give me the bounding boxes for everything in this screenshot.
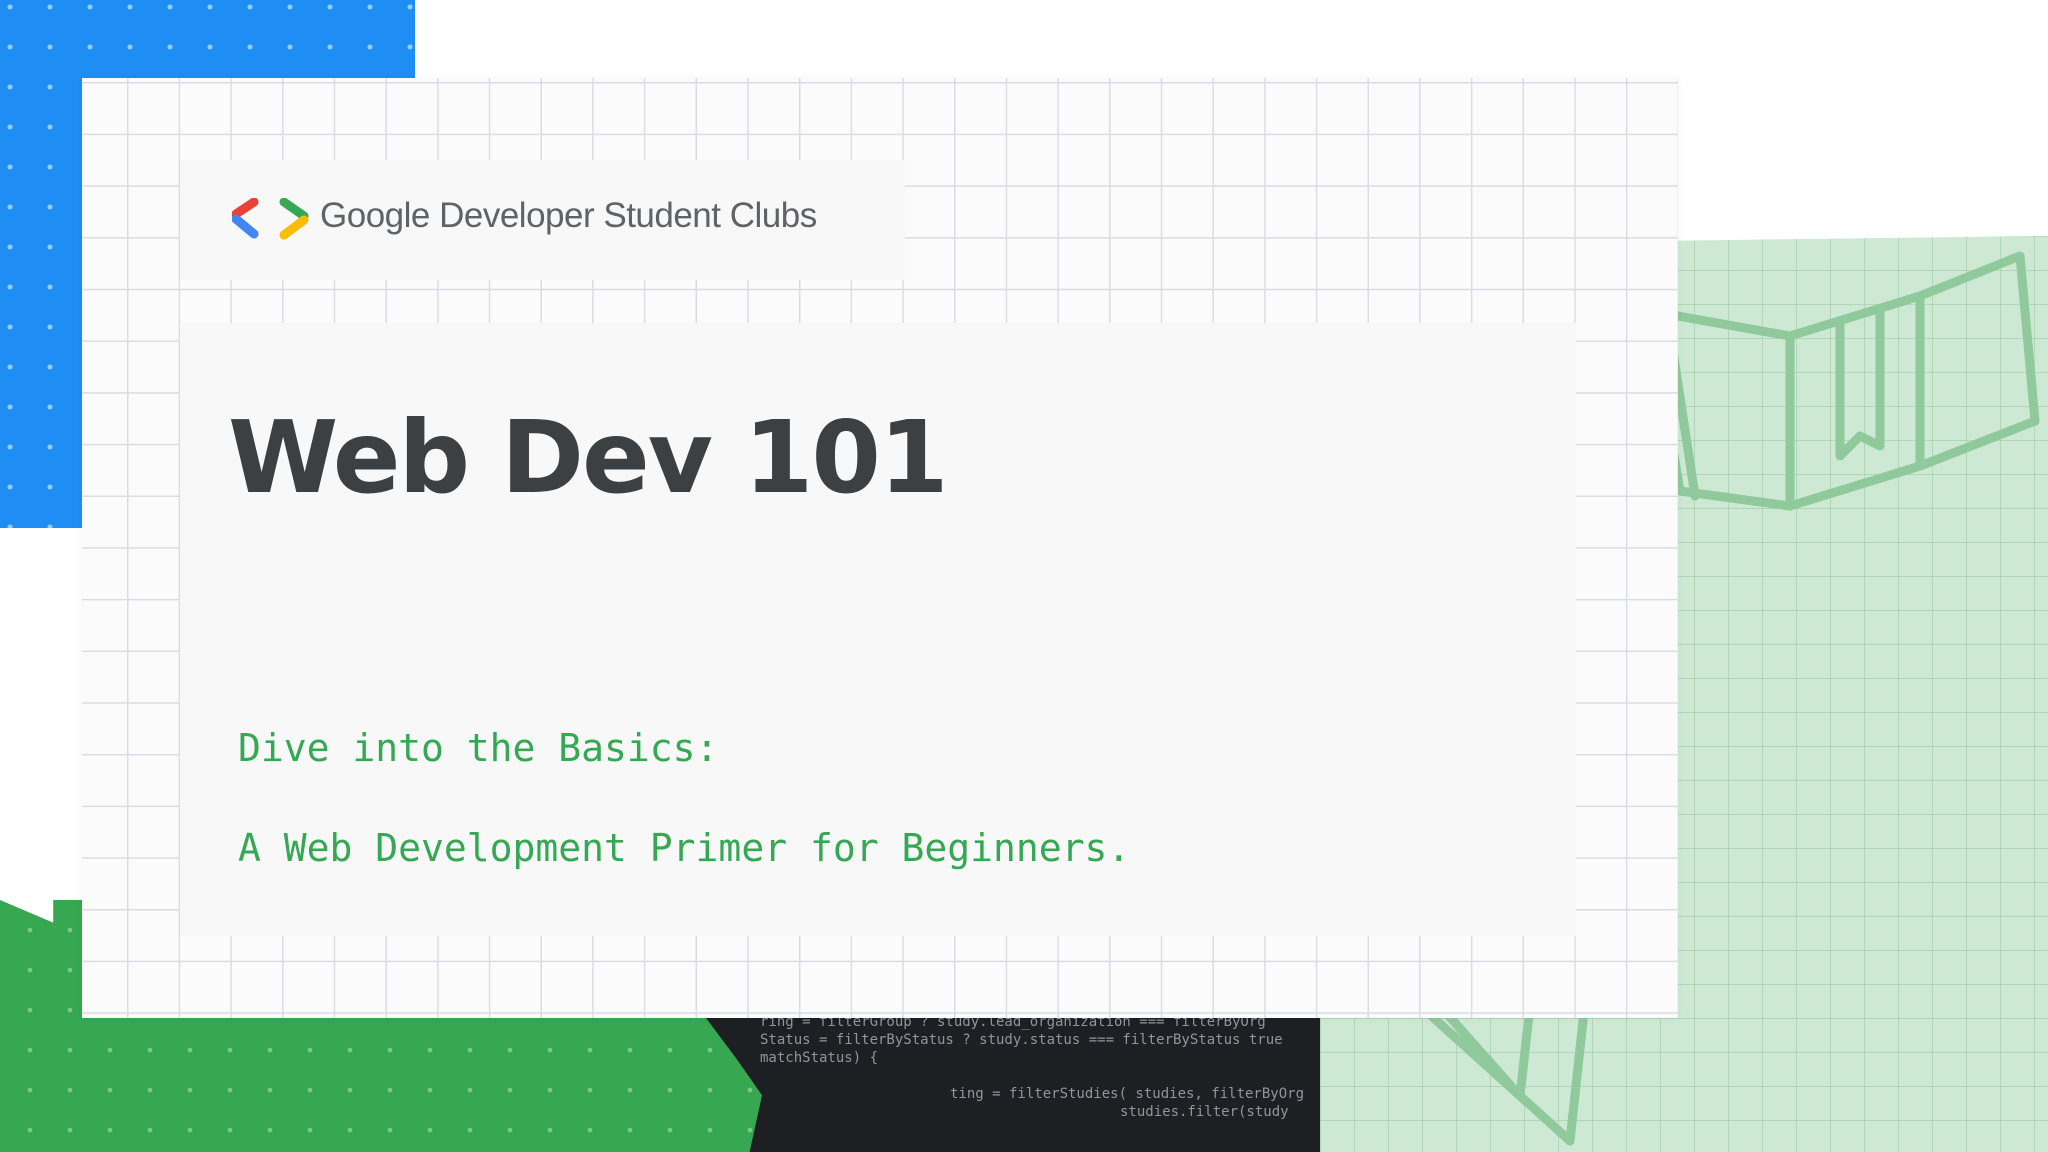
slide-title: Web Dev 101 xyxy=(228,399,949,516)
brand-name: Google Developer Student Clubs xyxy=(320,196,817,235)
code-line: Status = filterByStatus ? study.status =… xyxy=(760,1032,1283,1048)
open-book-icon xyxy=(1645,251,2040,511)
code-line: ting = filterStudies( studies, filterByO… xyxy=(950,1086,1305,1102)
code-line: matchStatus) { xyxy=(760,1050,879,1066)
gdsc-brackets-logo xyxy=(232,198,309,240)
code-line: studies.filter(study xyxy=(1120,1104,1289,1120)
slide-subtitle-line-1: Dive into the Basics: xyxy=(238,726,719,770)
code-screenshot-strip: ring = filterGroup ? study.lead_organiza… xyxy=(700,1010,1320,1152)
slide-subtitle-line-2: A Web Development Primer for Beginners. xyxy=(238,826,1131,870)
